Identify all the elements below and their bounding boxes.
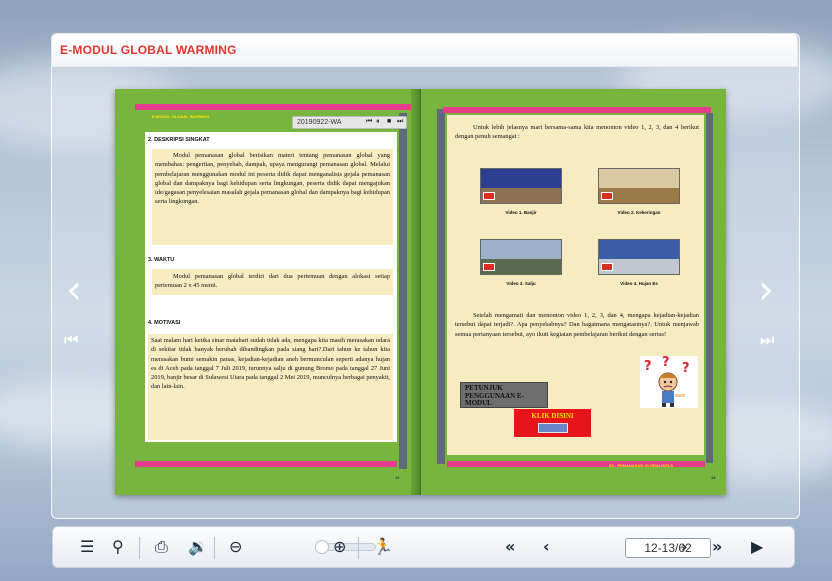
first-page-button-icon[interactable]: «	[505, 537, 515, 557]
video-thumbnail[interactable]	[598, 168, 680, 204]
page-border	[399, 113, 407, 469]
section-text: Modul pemanasan global terdiri dari dua …	[155, 273, 390, 290]
zoom-out-icon[interactable]: ⊖	[229, 537, 242, 557]
thumb-sky	[481, 169, 561, 188]
play-slideshow-icon[interactable]: ▶	[751, 537, 763, 557]
play-icon[interactable]	[601, 263, 613, 271]
last-page-icon[interactable]: ⏭	[760, 330, 774, 350]
page-border	[706, 113, 713, 463]
bottom-toolbar: ☰ ⚲ ⎙ 🔉 ⊖ ⊕ 🏃 « ‹ 12-13/62 › » ▶	[52, 526, 795, 568]
audio-next-icon[interactable]: ⏭	[397, 118, 403, 126]
audio-pause-icon[interactable]: ⏸	[376, 118, 380, 126]
svg-text:?: ?	[644, 359, 652, 374]
svg-text:?: ?	[662, 356, 670, 370]
first-page-icon[interactable]: ⏮	[64, 330, 78, 350]
pink-stripe	[443, 107, 711, 113]
klik-disini-button[interactable]: KLIK DISINI	[514, 409, 591, 437]
toolbar-divider	[214, 537, 215, 559]
kid-icon: ? ? ?	[644, 355, 690, 407]
page-number: 13	[711, 475, 716, 480]
play-icon[interactable]	[483, 192, 495, 200]
page-border	[437, 109, 445, 464]
print-icon[interactable]: ⎙	[155, 537, 168, 557]
thumb-sky	[599, 169, 679, 188]
pink-stripe	[135, 461, 397, 467]
audio-player[interactable]: 20190922-WA ⏮ ⏸ ■ ⏭	[292, 116, 407, 129]
title-bar: E-MODUL GLOBAL WARMING	[51, 33, 798, 67]
svg-text:?: ?	[682, 361, 690, 376]
left-page: E-MODUL GLOBAL WARMING 20190922-WA ⏮ ⏸ ■…	[115, 89, 420, 495]
audio-prev-icon[interactable]: ⏮	[366, 118, 372, 126]
header-label: E-MODUL GLOBAL WARMING	[152, 114, 210, 119]
body-text: Setelah mengamati dan menonton video 1, …	[455, 312, 699, 338]
audio-stop-icon[interactable]: ■	[387, 118, 391, 125]
toolbar-divider	[358, 537, 359, 559]
page-indicator-input[interactable]: 12-13/62	[625, 538, 711, 558]
toolbar-divider	[139, 537, 140, 559]
footer-label: E2 - PEMANASAN GLOBAL/KELS	[609, 463, 674, 468]
next-page-button-icon[interactable]: ›	[681, 537, 688, 557]
thumb-sky	[599, 240, 679, 259]
section-text: Saat malam hari ketika sinar matahari su…	[151, 337, 390, 391]
section-heading: 2. DESKRIPSI SINGKAT	[148, 137, 210, 143]
section-heading: 4. MOTIVASI	[148, 320, 181, 326]
flipbook[interactable]: E-MODUL GLOBAL WARMING 20190922-WA ⏮ ⏸ ■…	[115, 89, 726, 495]
video-caption: Video 3. Salju	[506, 281, 536, 286]
sound-icon[interactable]: 🔉	[188, 537, 208, 557]
pink-stripe	[135, 104, 411, 110]
video-thumbnail[interactable]	[598, 239, 680, 275]
previous-page-button-icon[interactable]: ‹	[543, 537, 550, 557]
video-caption: Video 1. Banjir	[505, 210, 537, 215]
video-caption: Video 2. Kekeringan	[617, 210, 661, 215]
next-page-icon[interactable]: ›	[758, 270, 774, 310]
search-icon[interactable]: ⚲	[112, 537, 124, 557]
klik-disini-label: KLIK DISINI	[531, 412, 574, 420]
klik-inner-icon	[537, 423, 568, 433]
last-page-button-icon[interactable]: »	[712, 537, 722, 557]
zoom-in-icon[interactable]: ⊕	[333, 537, 346, 557]
section-heading: 3. WAKTU	[148, 257, 175, 263]
section-text: Modul pemanasan global berisikan materi …	[155, 152, 390, 206]
prev-page-icon[interactable]: ‹	[66, 270, 82, 310]
video-thumbnail[interactable]	[480, 168, 562, 204]
thumb-sky	[481, 240, 561, 259]
petunjuk-button[interactable]: PETUNJUK PENGGUNAAN E-MODUL	[460, 382, 548, 408]
play-icon[interactable]	[483, 263, 495, 271]
page-number: 12	[395, 475, 400, 480]
zoom-slider-knob[interactable]	[315, 540, 329, 554]
play-icon[interactable]	[601, 192, 613, 200]
confused-kid-illustration: ? ? ?	[640, 355, 698, 408]
video-thumbnail[interactable]	[480, 239, 562, 275]
app-title: E-MODUL GLOBAL WARMING	[60, 43, 237, 57]
audio-filename: 20190922-WA	[297, 119, 342, 126]
video-caption: Video 4. Hujan Es	[620, 281, 658, 286]
table-of-contents-icon[interactable]: ☰	[80, 537, 94, 557]
intro-text: Untuk lebih jelasnya mari bersama-sama k…	[455, 124, 699, 141]
auto-flip-icon[interactable]: 🏃	[373, 537, 393, 557]
